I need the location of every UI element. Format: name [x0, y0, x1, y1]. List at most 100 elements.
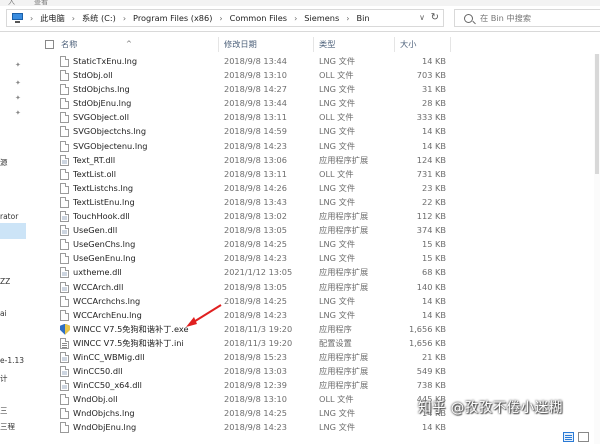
- file-row[interactable]: WINCC V7.5免狗和谐补丁.ini 2018/11/3 19:20 配置设置 1…: [30, 336, 594, 350]
- file-size: 14 KB: [421, 126, 446, 137]
- navigation-pane[interactable]: ✦ ✦ ✦ ✦ 源 rator ZZ ai e-1.13 计 三 三程: [0, 32, 30, 444]
- refresh-icon[interactable]: ↻: [431, 10, 439, 26]
- file-type: LNG 文件: [319, 295, 356, 306]
- file-size: 22 KB: [421, 196, 446, 207]
- file-row[interactable]: WndObjEnu.lng 2018/9/8 14:23 LNG 文件 14 KB: [30, 420, 594, 434]
- file-date: 2018/9/8 14:23: [224, 253, 287, 264]
- search-input[interactable]: 在 Bin 中搜索: [480, 12, 531, 24]
- file-name: Text_RT.dll: [73, 154, 116, 165]
- file-row[interactable]: WINCC V7.5免狗和谐补丁.exe 2018/11/3 19:20 应用程序 1…: [30, 322, 594, 336]
- file-name: TextListEnu.lng: [73, 196, 135, 207]
- sort-up-icon: ^: [126, 40, 132, 48]
- file-type: LNG 文件: [319, 140, 356, 151]
- breadcrumb-bin[interactable]: Bin: [356, 13, 369, 23]
- chevron-right-icon[interactable]: ›: [30, 14, 33, 23]
- file-size: 21 KB: [421, 351, 446, 362]
- file-row[interactable]: WinCC_WBMig.dll 2018/9/8 15:23 应用程序扩展 21 KB: [30, 350, 594, 364]
- nav-item[interactable]: 三: [0, 405, 8, 416]
- nav-item[interactable]: 计: [0, 373, 8, 384]
- file-name: SVGObject.oll: [73, 112, 129, 123]
- file-row[interactable]: SVGObjectenu.lng 2018/9/8 14:23 LNG 文件 14 K…: [30, 139, 594, 153]
- column-size[interactable]: 大小: [400, 35, 416, 54]
- scrollbar-thumb[interactable]: [595, 54, 599, 174]
- file-row[interactable]: SVGObjectchs.lng 2018/9/8 14:59 LNG 文件 14 K…: [30, 124, 594, 138]
- file-icon: [60, 253, 69, 265]
- breadcrumb-common-files[interactable]: Common Files: [230, 13, 287, 23]
- file-row[interactable]: SVGObject.oll 2018/9/8 13:11 OLL 文件 333 KB: [30, 110, 594, 124]
- nav-item[interactable]: ZZ: [0, 277, 10, 286]
- file-row[interactable]: WinCC50_x64.dll 2018/9/8 12:39 应用程序扩展 738 K…: [30, 378, 594, 392]
- nav-item[interactable]: e-1.13: [0, 356, 24, 365]
- nav-item[interactable]: ai: [0, 309, 7, 318]
- nav-item[interactable]: rator: [0, 212, 18, 221]
- address-bar[interactable]: › 此电脑 › 系统 (C:) › Program Files (x86) › …: [6, 9, 444, 27]
- file-name: UseGenChs.lng: [73, 239, 136, 250]
- nav-item[interactable]: 三程: [0, 421, 15, 432]
- file-row[interactable]: StaticTxEnu.lng 2018/9/8 13:44 LNG 文件 14 KB: [30, 54, 594, 68]
- file-name: SVGObjectchs.lng: [73, 126, 147, 137]
- file-date: 2018/9/8 13:11: [224, 112, 287, 123]
- file-name: WINCC V7.5免狗和谐补丁.exe: [73, 323, 189, 334]
- file-icon: [60, 422, 69, 434]
- file-type: LNG 文件: [319, 239, 356, 250]
- file-row[interactable]: Text_RT.dll 2018/9/8 13:06 应用程序扩展 124 KB: [30, 153, 594, 167]
- menu-item[interactable]: 查看: [34, 0, 48, 7]
- file-row[interactable]: WCCArchEnu.lng 2018/9/8 14:23 LNG 文件 14 KB: [30, 308, 594, 322]
- details-view-icon[interactable]: [563, 432, 574, 442]
- file-row[interactable]: TextListchs.lng 2018/9/8 14:26 LNG 文件 23 KB: [30, 181, 594, 195]
- file-row[interactable]: StdObj.oll 2018/9/8 13:10 OLL 文件 703 KB: [30, 68, 594, 82]
- vertical-scrollbar[interactable]: [594, 54, 600, 444]
- column-divider[interactable]: [218, 37, 219, 52]
- file-row[interactable]: StdObjEnu.lng 2018/9/8 13:44 LNG 文件 28 KB: [30, 96, 594, 110]
- file-row[interactable]: UseGenChs.lng 2018/9/8 14:25 LNG 文件 15 KB: [30, 237, 594, 251]
- search-icon: [464, 13, 473, 23]
- file-size: 31 KB: [421, 84, 446, 95]
- dll-icon: [60, 211, 69, 223]
- chevron-right-icon[interactable]: ›: [123, 14, 126, 23]
- chevron-right-icon[interactable]: ›: [72, 14, 75, 23]
- chevron-right-icon[interactable]: ›: [346, 14, 349, 23]
- file-row[interactable]: WCCArch.dll 2018/9/8 13:05 应用程序扩展 140 KB: [30, 280, 594, 294]
- breadcrumb-program-files[interactable]: Program Files (x86): [133, 13, 212, 23]
- file-row[interactable]: TouchHook.dll 2018/9/8 13:02 应用程序扩展 112 KB: [30, 209, 594, 223]
- file-row[interactable]: WCCArchchs.lng 2018/9/8 14:25 LNG 文件 14 KB: [30, 294, 594, 308]
- file-type: 应用程序扩展: [319, 351, 369, 362]
- column-divider[interactable]: [394, 37, 395, 52]
- file-date: 2018/11/3 19:20: [224, 337, 293, 348]
- file-name: WCCArchchs.lng: [73, 295, 141, 306]
- breadcrumb-siemens[interactable]: Siemens: [304, 13, 339, 23]
- file-type: 应用程序扩展: [319, 211, 369, 222]
- file-size: 1,656 KB: [408, 337, 446, 348]
- file-row[interactable]: TextListEnu.lng 2018/9/8 13:43 LNG 文件 22 KB: [30, 195, 594, 209]
- file-row[interactable]: WinCC50.dll 2018/9/8 13:03 应用程序扩展 549 KB: [30, 364, 594, 378]
- nav-selected-item[interactable]: [0, 223, 26, 239]
- nav-item[interactable]: 源: [0, 157, 8, 168]
- file-name: StdObjchs.lng: [73, 84, 130, 95]
- column-type[interactable]: 类型: [319, 35, 335, 54]
- select-all-checkbox[interactable]: [45, 40, 54, 49]
- chevron-right-icon[interactable]: ›: [219, 14, 222, 23]
- column-name[interactable]: 名称: [61, 35, 77, 54]
- file-row[interactable]: StdObjchs.lng 2018/9/8 14:27 LNG 文件 31 KB: [30, 82, 594, 96]
- menu-item[interactable]: 入: [8, 0, 15, 7]
- file-size: 14 KB: [421, 140, 446, 151]
- chevron-down-icon[interactable]: ∨: [419, 10, 425, 26]
- column-date[interactable]: 修改日期: [224, 35, 257, 54]
- breadcrumb-system-c[interactable]: 系统 (C:): [82, 12, 116, 24]
- watermark: 知乎 @孜孜不倦小迷糊: [418, 400, 563, 416]
- large-icons-view-icon[interactable]: [578, 432, 589, 442]
- file-row[interactable]: UseGen.dll 2018/9/8 13:05 应用程序扩展 374 KB: [30, 223, 594, 237]
- file-type: 应用程序: [319, 323, 352, 334]
- chevron-right-icon[interactable]: ›: [294, 14, 297, 23]
- file-size: 140 KB: [416, 281, 446, 292]
- search-box[interactable]: 在 Bin 中搜索: [454, 9, 600, 27]
- column-divider[interactable]: [450, 37, 451, 52]
- breadcrumb-this-pc[interactable]: 此电脑: [40, 12, 65, 24]
- file-row[interactable]: uxtheme.dll 2021/1/12 13:05 应用程序扩展 68 KB: [30, 265, 594, 279]
- file-row[interactable]: UseGenEnu.lng 2018/9/8 14:23 LNG 文件 15 KB: [30, 251, 594, 265]
- file-row[interactable]: TextList.oll 2018/9/8 13:11 OLL 文件 731 KB: [30, 167, 594, 181]
- file-icon: [60, 126, 69, 138]
- file-date: 2018/9/8 14:59: [224, 126, 287, 137]
- file-size: 374 KB: [416, 225, 446, 236]
- column-divider[interactable]: [313, 37, 314, 52]
